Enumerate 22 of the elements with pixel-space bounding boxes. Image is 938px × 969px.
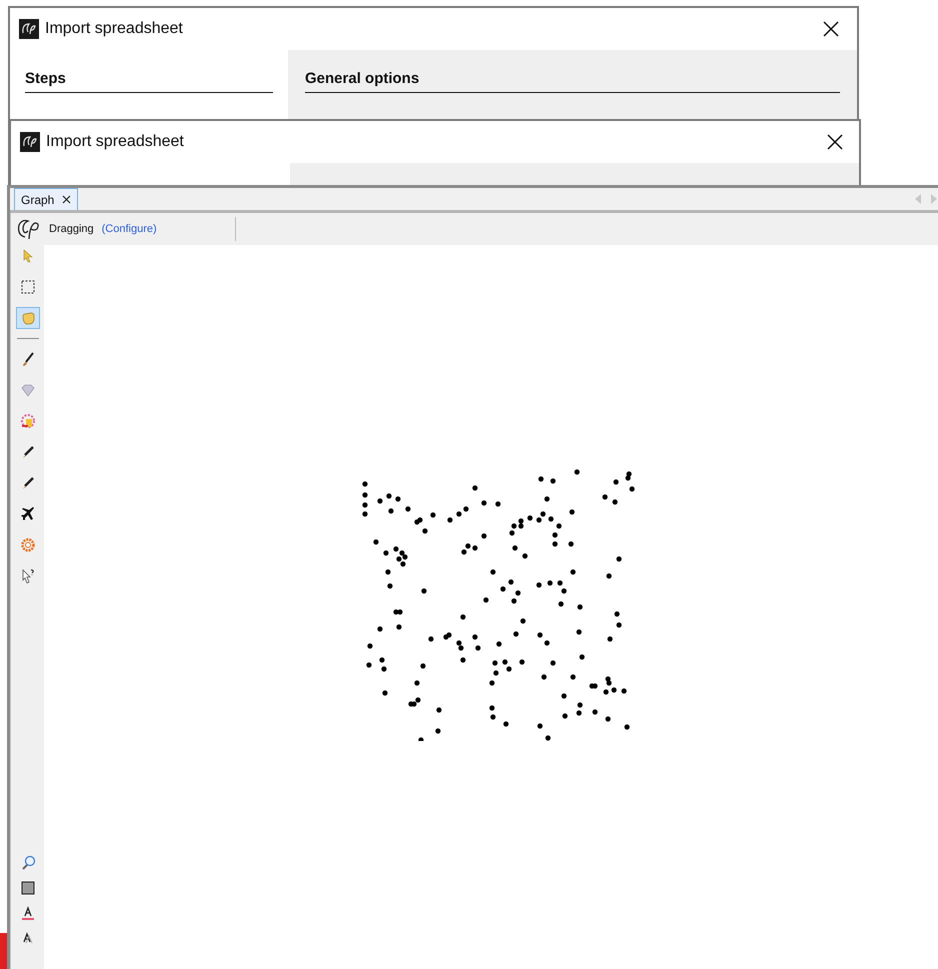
help-pointer-icon[interactable] <box>20 568 36 584</box>
window-title: Import spreadsheet <box>45 19 183 39</box>
zoom-icon[interactable] <box>20 855 36 871</box>
square-icon[interactable] <box>20 880 36 896</box>
close-icon[interactable] <box>62 195 72 204</box>
diamond-icon[interactable] <box>20 382 36 398</box>
graph-tab[interactable]: Graph <box>14 188 78 210</box>
airplane-icon[interactable] <box>20 506 36 522</box>
configure-link[interactable]: (Configure) <box>102 220 157 238</box>
hand-icon[interactable] <box>20 310 36 326</box>
palette-icon[interactable] <box>20 413 36 429</box>
close-icon <box>827 134 843 150</box>
app-logo-icon <box>20 132 40 152</box>
steps-heading: Steps <box>25 68 273 92</box>
gear-icon[interactable] <box>20 537 36 553</box>
mode-label: Dragging <box>49 222 94 237</box>
app-logo-icon <box>19 19 39 39</box>
panel-heading: General options <box>305 68 840 92</box>
text-color-icon[interactable] <box>20 905 36 921</box>
window-title: Import spreadsheet <box>46 132 184 152</box>
close-icon <box>823 21 839 37</box>
selection-rectangle-icon[interactable] <box>20 279 36 295</box>
